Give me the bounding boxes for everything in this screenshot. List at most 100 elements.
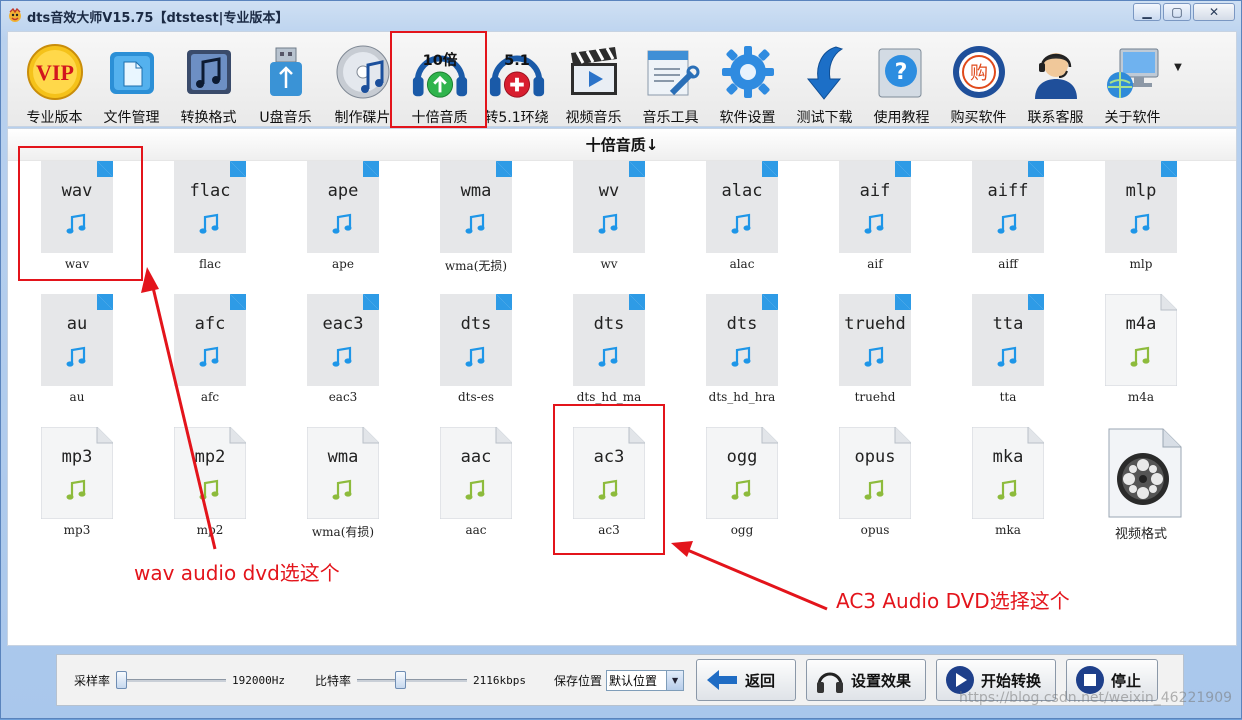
format-item[interactable]: ape ape — [288, 161, 398, 281]
wav-annotation-text: wav audio dvd选这个 — [134, 561, 340, 585]
music-note-icon — [596, 346, 622, 368]
toolbar-overflow-button[interactable]: ▼ — [1171, 32, 1185, 128]
format-item[interactable]: 视频格式 — [1086, 427, 1196, 547]
format-item[interactable]: m4a m4a — [1086, 294, 1196, 414]
save-location-select[interactable]: 默认位置 ▼ — [606, 669, 685, 691]
music-note-icon — [330, 479, 356, 501]
toolbar-item-convert[interactable]: 转换格式 — [170, 32, 247, 128]
toolbar-item-support[interactable]: 联系客服 — [1017, 32, 1094, 128]
format-item[interactable]: wma wma(有损) — [288, 427, 398, 547]
toolbar-item-video-music[interactable]: 视频音乐 — [555, 32, 632, 128]
toolbar-label: 视频音乐 — [565, 110, 622, 126]
format-name: aiff — [998, 257, 1018, 271]
bitrate-label: 比特率 — [315, 673, 352, 688]
audio-file-icon: alac — [706, 161, 778, 253]
file-extension: aif — [859, 181, 891, 201]
format-item[interactable]: mlp mlp — [1086, 161, 1196, 281]
toolbar-item-51-surround[interactable]: 5.1 转5.1环绕 — [478, 32, 555, 128]
toolbar-item-test-download[interactable]: 测试下载 — [786, 32, 863, 128]
wav-highlight-box — [18, 146, 143, 281]
format-name: wv — [600, 257, 618, 271]
format-item[interactable]: tta tta — [953, 294, 1063, 414]
download-arrow-icon — [795, 41, 855, 103]
format-item[interactable]: aac aac — [421, 427, 531, 547]
format-name: mp2 — [196, 523, 224, 537]
save-location-label: 保存位置 — [554, 673, 603, 688]
title-bar: dts音效大师V15.75【dtstest|专业版本】 ▁ ▢ ✕ — [1, 1, 1241, 31]
format-item[interactable]: mp2 mp2 — [155, 427, 265, 547]
format-name: au — [69, 390, 85, 404]
music-note-icon — [330, 213, 356, 235]
minimize-button[interactable]: ▁ — [1133, 3, 1161, 21]
format-item[interactable]: wma wma(无损) — [421, 161, 531, 281]
audio-file-icon: opus — [839, 427, 911, 519]
music-note-icon — [995, 213, 1021, 235]
help-icon: ? — [872, 41, 932, 103]
format-item[interactable]: flac flac — [155, 161, 265, 281]
format-name: m4a — [1127, 390, 1155, 404]
file-extension: afc — [194, 314, 226, 334]
format-name: aif — [867, 257, 883, 271]
toolbar-item-music-tools[interactable]: 音乐工具 — [632, 32, 709, 128]
slider-thumb[interactable] — [116, 671, 128, 689]
toolbar-item-settings[interactable]: 软件设置 — [709, 32, 786, 128]
file-extension: wv — [598, 181, 620, 201]
format-item[interactable]: dts dts_hd_ma — [554, 294, 664, 414]
format-item[interactable]: eac3 eac3 — [288, 294, 398, 414]
format-item[interactable]: alac alac — [687, 161, 797, 281]
format-name: aac — [465, 523, 487, 537]
toolbar-item-vip[interactable]: VIP 专业版本 — [16, 32, 93, 128]
toolbar-item-about[interactable]: 关于软件 — [1094, 32, 1171, 128]
audio-file-icon: eac3 — [307, 294, 379, 386]
format-name: ape — [332, 257, 354, 271]
format-item[interactable]: au au — [22, 294, 132, 414]
format-item[interactable]: mka mka — [953, 427, 1063, 547]
toolbar-label: 音乐工具 — [642, 110, 699, 126]
audio-file-icon: ogg — [706, 427, 778, 519]
slider-thumb[interactable] — [395, 671, 407, 689]
minimize-icon: ▁ — [1142, 5, 1152, 19]
maximize-button[interactable]: ▢ — [1163, 3, 1191, 21]
sample-rate-slider[interactable] — [116, 671, 227, 689]
tools-icon — [641, 41, 701, 103]
audio-file-icon: m4a — [1105, 294, 1177, 386]
format-item[interactable]: afc afc — [155, 294, 265, 414]
file-extension: ogg — [726, 447, 758, 467]
format-item[interactable]: ogg ogg — [687, 427, 797, 547]
music-note-icon — [596, 213, 622, 235]
svg-text:购: 购 — [970, 63, 988, 84]
format-item[interactable]: mp3 mp3 — [22, 427, 132, 547]
toolbar-label: 专业版本 — [26, 110, 83, 126]
toolbar-item-buy[interactable]: 购 购买软件 — [940, 32, 1017, 128]
format-item[interactable]: wv wv — [554, 161, 664, 281]
file-extension: aac — [460, 447, 492, 467]
close-button[interactable]: ✕ — [1193, 3, 1235, 21]
ac3-annotation-text: AC3 Audio DVD选择这个 — [836, 589, 1070, 613]
format-item[interactable]: aiff aiff — [953, 161, 1063, 281]
back-button[interactable]: 返回 — [696, 659, 797, 701]
format-item[interactable]: truehd truehd — [820, 294, 930, 414]
toolbar-item-file-manager[interactable]: 文件管理 — [93, 32, 170, 128]
file-extension: dts — [593, 314, 625, 334]
buy-icon: 购 — [949, 41, 1009, 103]
music-note-icon — [729, 346, 755, 368]
file-extension: opus — [854, 447, 896, 467]
music-note-icon — [463, 479, 489, 501]
toolbar-item-tutorial[interactable]: ? 使用教程 — [863, 32, 940, 128]
effect-settings-label: 设置效果 — [851, 671, 912, 690]
toolbar-label: 转换格式 — [180, 110, 237, 126]
toolbar-item-usb-music[interactable]: U盘音乐 — [247, 32, 324, 128]
format-item[interactable]: dts dts-es — [421, 294, 531, 414]
effect-settings-button[interactable]: 设置效果 — [806, 659, 927, 701]
headphone-icon — [817, 672, 844, 693]
start-convert-label: 开始转换 — [981, 671, 1042, 690]
chevron-down-icon[interactable]: ▼ — [666, 670, 684, 690]
save-location-value: 默认位置 — [609, 673, 658, 688]
format-item[interactable]: opus opus — [820, 427, 930, 547]
file-extension: aiff — [987, 181, 1029, 201]
audio-file-icon: aif — [839, 161, 911, 253]
file-extension: wma — [327, 447, 359, 467]
bitrate-slider[interactable] — [357, 671, 468, 689]
format-item[interactable]: dts dts_hd_hra — [687, 294, 797, 414]
format-item[interactable]: aif aif — [820, 161, 930, 281]
